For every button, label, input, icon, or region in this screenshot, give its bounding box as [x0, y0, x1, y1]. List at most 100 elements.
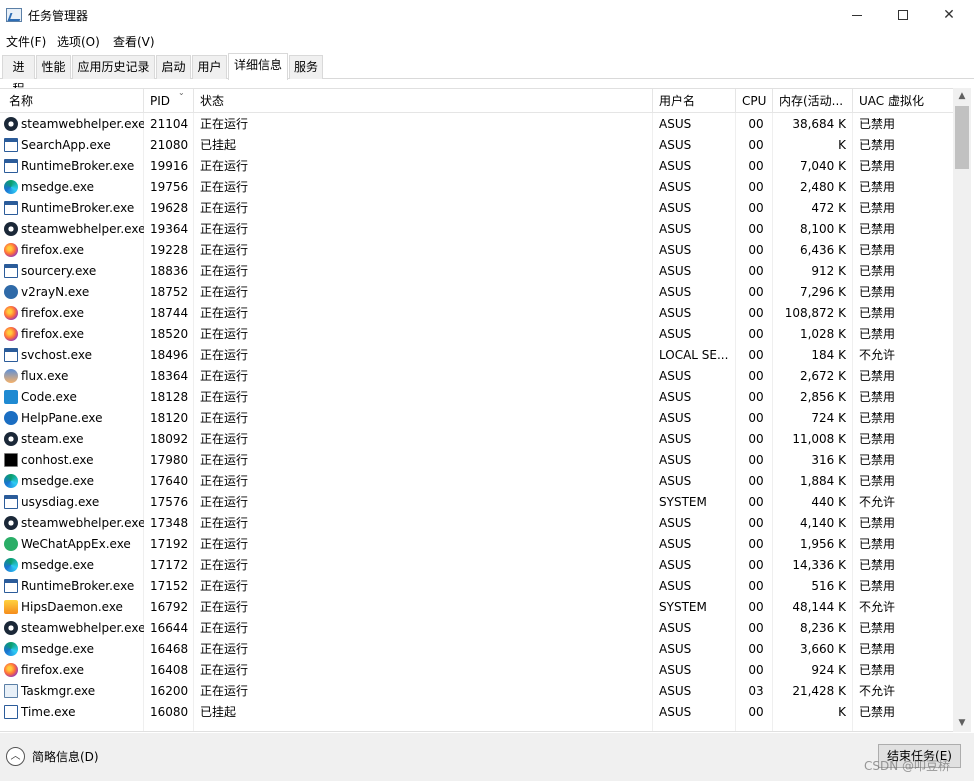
table-row[interactable]: RuntimeBroker.exe 17152 正在运行 ASUS 00 516 K 已禁用: [0, 576, 953, 597]
process-username: SYSTEM: [659, 600, 707, 614]
process-uac: 不允许: [859, 495, 896, 509]
table-row[interactable]: Taskmgr.exe 16200 正在运行 ASUS 03 21,428 K 不允许: [0, 681, 953, 702]
process-name: svchost.exe: [4, 345, 144, 366]
tab-services[interactable]: 服务: [289, 55, 323, 79]
table-row[interactable]: steamwebhelper.exe 17348 正在运行 ASUS 00 4,140 K…: [0, 513, 953, 534]
column-header-status[interactable]: 状态: [194, 89, 653, 113]
table-row[interactable]: msedge.exe 16468 正在运行 ASUS 00 3,660 K 已禁用: [0, 639, 953, 660]
process-name: firefox.exe: [4, 240, 144, 261]
tab-performance[interactable]: 性能: [36, 55, 71, 79]
process-memory: K: [838, 705, 846, 719]
process-pid: 17348: [150, 516, 189, 530]
table-row[interactable]: Code.exe 18128 正在运行 ASUS 00 2,856 K 已禁用: [0, 387, 953, 408]
process-uac: 已禁用: [859, 264, 896, 278]
chevron-up-icon[interactable]: ︿: [6, 747, 25, 766]
menu-view[interactable]: 查看(V): [113, 33, 155, 50]
column-header-memory[interactable]: 内存(活动...: [773, 89, 853, 113]
tab-details[interactable]: 详细信息: [228, 53, 288, 80]
process-status: 正在运行: [200, 579, 249, 593]
process-name-label: steamwebhelper.exe: [21, 222, 144, 236]
tab-startup[interactable]: 启动: [156, 55, 191, 79]
steam-icon: [4, 516, 18, 530]
table-row[interactable]: HelpPane.exe 18120 正在运行 ASUS 00 724 K 已禁用: [0, 408, 953, 429]
table-row[interactable]: RuntimeBroker.exe 19916 正在运行 ASUS 00 7,040 K 已…: [0, 156, 953, 177]
table-row[interactable]: conhost.exe 17980 正在运行 ASUS 00 316 K 已禁用: [0, 450, 953, 471]
process-pid: 17640: [150, 474, 189, 488]
process-status: 正在运行: [200, 180, 249, 194]
table-row[interactable]: msedge.exe 19756 正在运行 ASUS 00 2,480 K 已禁用: [0, 177, 953, 198]
table-row[interactable]: steamwebhelper.exe 19364 正在运行 ASUS 00 8,100 K…: [0, 219, 953, 240]
process-name-label: v2rayN.exe: [21, 285, 90, 299]
process-status: 正在运行: [200, 243, 249, 257]
process-name: HelpPane.exe: [4, 408, 144, 429]
process-pid: 21080: [150, 138, 189, 152]
minimize-button[interactable]: [834, 0, 880, 30]
table-row[interactable]: SearchApp.exe 21080 已挂起 ASUS 00 K 已禁用: [0, 135, 953, 156]
table-row[interactable]: steamwebhelper.exe 16644 正在运行 ASUS 00 8,236 K…: [0, 618, 953, 639]
column-header-uac[interactable]: UAC 虚拟化: [853, 89, 953, 113]
column-header-cpu[interactable]: CPU: [736, 89, 773, 113]
table-row[interactable]: flux.exe 18364 正在运行 ASUS 00 2,672 K 已禁用: [0, 366, 953, 387]
process-name: msedge.exe: [4, 471, 144, 492]
table-row[interactable]: firefox.exe 18744 正在运行 ASUS 00 108,872 K 已禁用: [0, 303, 953, 324]
maximize-button[interactable]: [880, 0, 926, 30]
process-cpu: 00: [748, 705, 764, 719]
scroll-up-arrow-icon[interactable]: ▲: [953, 88, 971, 105]
fewer-details-link[interactable]: 简略信息(D): [32, 748, 99, 765]
wechat-icon: [4, 537, 18, 551]
process-name-label: Taskmgr.exe: [21, 684, 96, 698]
tab-users[interactable]: 用户: [192, 55, 227, 79]
process-memory: 1,028 K: [799, 327, 846, 341]
table-row[interactable]: steam.exe 18092 正在运行 ASUS 00 11,008 K 已禁用: [0, 429, 953, 450]
process-status: 正在运行: [200, 600, 249, 614]
scrollbar-thumb[interactable]: [955, 106, 969, 169]
process-memory: 516 K: [811, 579, 846, 593]
process-name: SearchApp.exe: [4, 135, 144, 156]
table-row[interactable]: Time.exe 16080 已挂起 ASUS 00 K 已禁用: [0, 702, 953, 723]
tab-app-history[interactable]: 应用历史记录: [72, 55, 155, 79]
table-row[interactable]: msedge.exe 17172 正在运行 ASUS 00 14,336 K 已禁用: [0, 555, 953, 576]
table-row[interactable]: WeChatAppEx.exe 17192 正在运行 ASUS 00 1,956 K 已禁用: [0, 534, 953, 555]
steam-icon: [4, 432, 18, 446]
table-row[interactable]: firefox.exe 18520 正在运行 ASUS 00 1,028 K 已禁用: [0, 324, 953, 345]
process-pid: 16792: [150, 600, 189, 614]
process-memory: 924 K: [811, 663, 846, 677]
table-row[interactable]: usysdiag.exe 17576 正在运行 SYSTEM 00 440 K 不允许: [0, 492, 953, 513]
process-pid: 18520: [150, 327, 189, 341]
vertical-scrollbar[interactable]: ▲ ▼: [953, 88, 971, 732]
table-row[interactable]: msedge.exe 17640 正在运行 ASUS 00 1,884 K 已禁用: [0, 471, 953, 492]
process-uac: 已禁用: [859, 453, 896, 467]
menu-options[interactable]: 选项(O): [57, 33, 100, 50]
process-pid: 19628: [150, 201, 189, 215]
process-name-label: Time.exe: [21, 705, 76, 719]
process-memory: 2,672 K: [799, 369, 846, 383]
table-row[interactable]: svchost.exe 18496 正在运行 LOCAL SE... 00 184 K 不允…: [0, 345, 953, 366]
process-name-label: HipsDaemon.exe: [21, 600, 123, 614]
column-header-pid[interactable]: PID: [144, 89, 194, 113]
process-name-label: msedge.exe: [21, 180, 95, 194]
process-status: 正在运行: [200, 348, 249, 362]
menu-file[interactable]: 文件(F): [6, 33, 46, 50]
close-button[interactable]: ✕: [926, 0, 972, 30]
table-row[interactable]: firefox.exe 19228 正在运行 ASUS 00 6,436 K 已禁用: [0, 240, 953, 261]
process-name-label: RuntimeBroker.exe: [21, 159, 135, 173]
table-row[interactable]: RuntimeBroker.exe 19628 正在运行 ASUS 00 472 K 已禁用: [0, 198, 953, 219]
steam-icon: [4, 117, 18, 131]
process-uac: 已禁用: [859, 201, 896, 215]
table-row[interactable]: firefox.exe 16408 正在运行 ASUS 00 924 K 已禁用: [0, 660, 953, 681]
process-uac: 已禁用: [859, 663, 896, 677]
process-username: ASUS: [659, 663, 692, 677]
process-pid: 17192: [150, 537, 189, 551]
table-row[interactable]: HipsDaemon.exe 16792 正在运行 SYSTEM 00 48,144 K 不…: [0, 597, 953, 618]
process-status: 正在运行: [200, 474, 249, 488]
tab-processes[interactable]: 进程: [2, 55, 35, 96]
table-row[interactable]: sourcery.exe 18836 正在运行 ASUS 00 912 K 已禁用: [0, 261, 953, 282]
process-name-label: msedge.exe: [21, 642, 95, 656]
steam-icon: [4, 621, 18, 635]
scroll-down-arrow-icon[interactable]: ▼: [953, 715, 971, 732]
column-header-username[interactable]: 用户名: [653, 89, 736, 113]
column-header-name[interactable]: 名称: [0, 89, 144, 113]
table-row[interactable]: v2rayN.exe 18752 正在运行 ASUS 00 7,296 K 已禁用: [0, 282, 953, 303]
table-row[interactable]: steamwebhelper.exe 21104 正在运行 ASUS 00 38,684 …: [0, 114, 953, 135]
process-uac: 已禁用: [859, 390, 896, 404]
